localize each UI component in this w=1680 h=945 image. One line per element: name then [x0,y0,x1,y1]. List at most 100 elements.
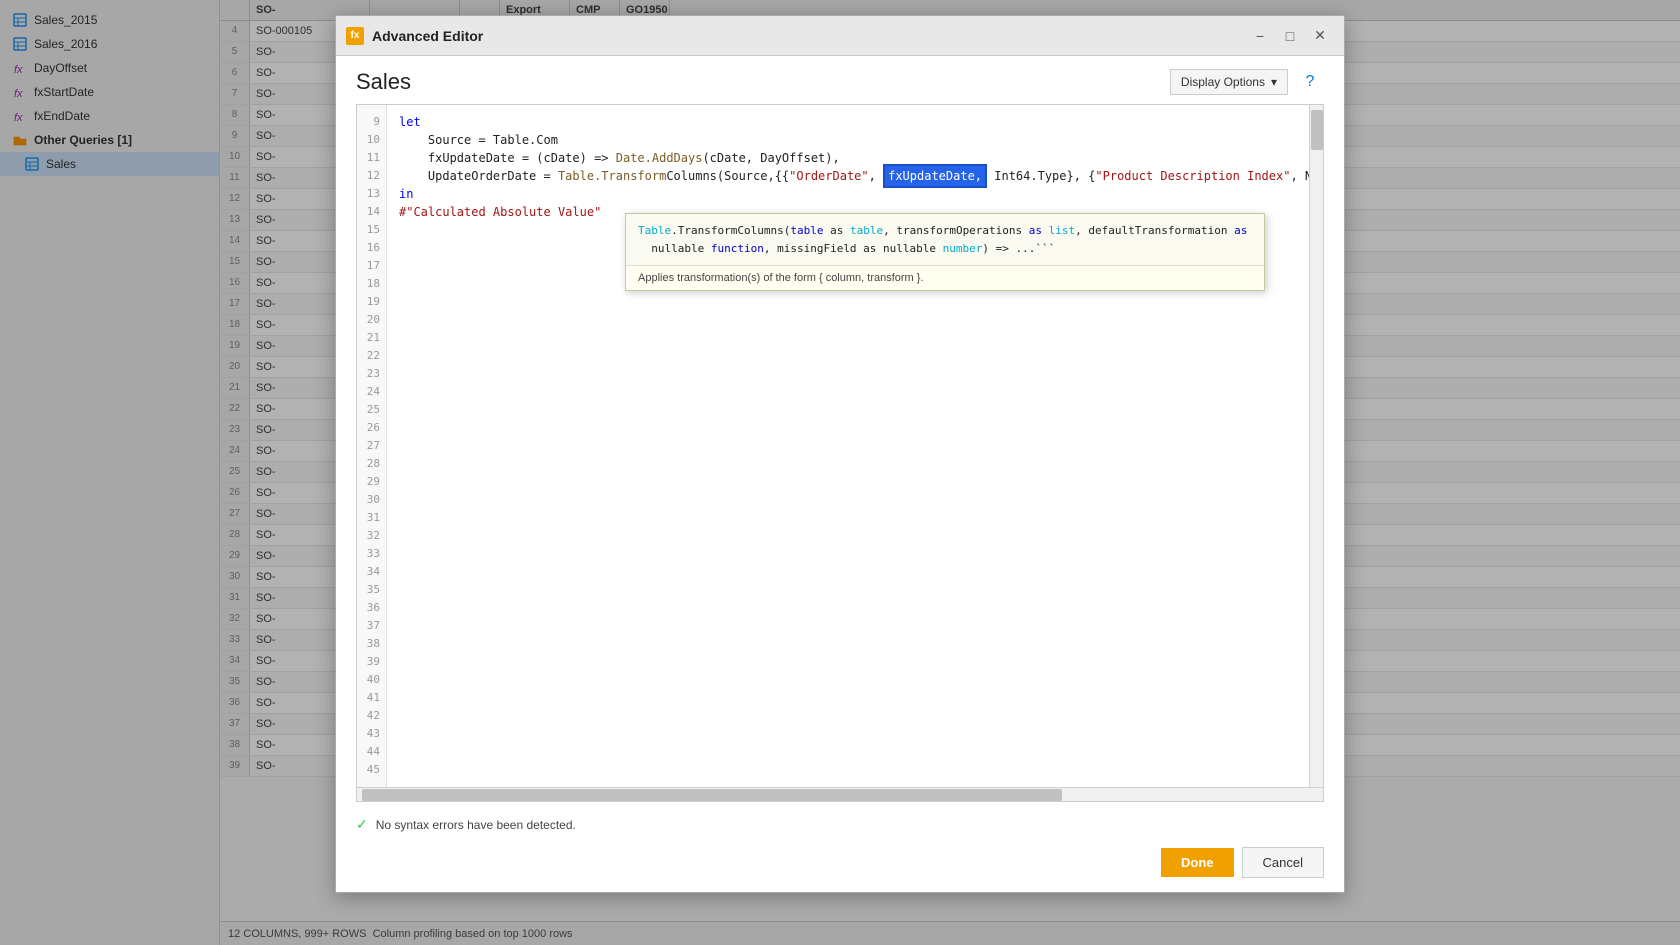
code-line [399,653,1309,671]
code-line: Source = Table.Com [399,131,1309,149]
scroll-thumb-h[interactable] [362,789,1062,801]
line-number: 45 [357,761,386,779]
line-number: 42 [357,707,386,725]
line-number: 16 [357,239,386,257]
code-line [399,617,1309,635]
code-line [399,545,1309,563]
status-message: No syntax errors have been detected. [376,818,576,832]
code-line [399,473,1309,491]
line-number: 34 [357,563,386,581]
code-line: in [399,185,1309,203]
code-line [399,581,1309,599]
query-name-label: Sales [356,69,1170,95]
code-line [399,383,1309,401]
code-line [399,365,1309,383]
done-button[interactable]: Done [1161,848,1234,877]
line-number: 21 [357,329,386,347]
line-number: 14 [357,203,386,221]
line-number: 43 [357,725,386,743]
code-line [399,563,1309,581]
horizontal-scrollbar[interactable] [357,787,1323,801]
code-content[interactable]: let Source = Table.Com fxUpdateDate = (c… [387,105,1309,787]
code-editor[interactable]: Table.TransformColumns(table as table, t… [356,104,1324,802]
autocomplete-description: Applies transformation(s) of the form { … [626,266,1264,290]
code-line [399,707,1309,725]
code-line [399,311,1309,329]
code-line [399,419,1309,437]
maximize-button[interactable]: □ [1276,24,1304,48]
line-number: 25 [357,401,386,419]
vertical-scrollbar[interactable] [1309,105,1323,787]
line-numbers: 9101112131415161718192021222324252627282… [357,105,387,787]
code-line [399,599,1309,617]
line-number: 39 [357,653,386,671]
line-number: 40 [357,671,386,689]
line-number: 32 [357,527,386,545]
code-line [399,509,1309,527]
code-line [399,437,1309,455]
code-line [399,743,1309,761]
line-number: 29 [357,473,386,491]
line-number: 11 [357,149,386,167]
code-line [399,761,1309,779]
dialog-title: Advanced Editor [372,28,1244,44]
code-line [399,455,1309,473]
code-line [399,347,1309,365]
scroll-thumb-v[interactable] [1311,110,1323,150]
line-number: 41 [357,689,386,707]
line-number: 13 [357,185,386,203]
code-line [399,689,1309,707]
line-number: 10 [357,131,386,149]
code-line [399,491,1309,509]
line-number: 24 [357,383,386,401]
line-number: 44 [357,743,386,761]
autocomplete-signature: Table.TransformColumns(table as table, t… [626,214,1264,266]
line-number: 37 [357,617,386,635]
dialog-body: Sales Display Options ▾ ? Table.Transfor… [336,56,1344,892]
line-number: 35 [357,581,386,599]
line-number: 9 [357,113,386,131]
line-number: 33 [357,545,386,563]
line-number: 19 [357,293,386,311]
dialog-titlebar: fx Advanced Editor − □ ✕ [336,16,1344,56]
dialog-footer: Done Cancel [336,839,1344,892]
close-button[interactable]: ✕ [1306,24,1334,48]
code-line [399,293,1309,311]
line-number: 15 [357,221,386,239]
dialog-icon: fx [346,27,364,45]
help-button[interactable]: ? [1296,68,1324,96]
dialog-icon-text: fx [351,30,360,41]
status-bar: ✓ No syntax errors have been detected. [336,810,1344,839]
line-number: 38 [357,635,386,653]
line-number: 36 [357,599,386,617]
code-line [399,527,1309,545]
line-number: 31 [357,509,386,527]
code-line [399,401,1309,419]
code-line [399,725,1309,743]
line-number: 26 [357,419,386,437]
cancel-button[interactable]: Cancel [1242,847,1324,878]
code-line [399,671,1309,689]
code-area[interactable]: 9101112131415161718192021222324252627282… [357,105,1323,787]
display-options-button[interactable]: Display Options ▾ [1170,69,1288,95]
line-number: 28 [357,455,386,473]
code-line: let [399,113,1309,131]
chevron-down-icon: ▾ [1271,75,1277,89]
display-options-label: Display Options [1181,75,1265,89]
line-number: 20 [357,311,386,329]
autocomplete-popup: Table.TransformColumns(table as table, t… [625,213,1265,291]
line-number: 30 [357,491,386,509]
line-number: 12 [357,167,386,185]
code-line [399,635,1309,653]
minimize-button[interactable]: − [1246,24,1274,48]
line-number: 18 [357,275,386,293]
advanced-editor-dialog: fx Advanced Editor − □ ✕ Sales Display O… [335,15,1345,893]
line-number: 22 [357,347,386,365]
line-number: 27 [357,437,386,455]
dialog-header-row: Sales Display Options ▾ ? [336,56,1344,104]
help-icon: ? [1306,73,1315,91]
code-line [399,329,1309,347]
line-number: 23 [357,365,386,383]
code-line: UpdateOrderDate = Table.TransformColumns… [399,167,1309,185]
dialog-overlay: fx Advanced Editor − □ ✕ Sales Display O… [0,0,1680,945]
